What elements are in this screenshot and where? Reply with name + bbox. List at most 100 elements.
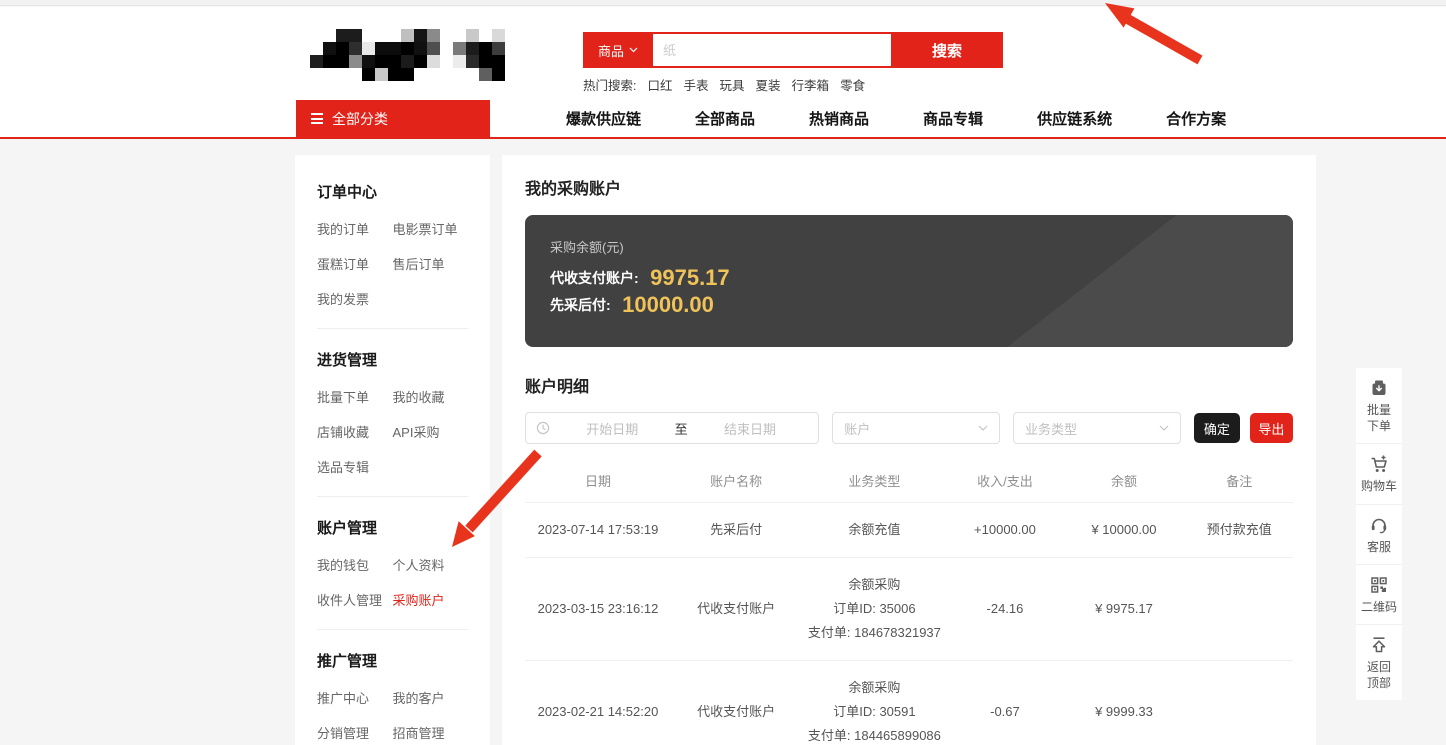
search-button[interactable]: 搜索 (891, 32, 1003, 68)
sidebar-item[interactable]: 店铺收藏 (317, 422, 393, 441)
cart-label: 购物车 (1361, 478, 1397, 494)
account-select-placeholder: 账户 (844, 419, 870, 438)
nav-item[interactable]: 爆款供应链 (566, 108, 641, 129)
business-type-select[interactable]: 业务类型 (1013, 412, 1181, 444)
clock-icon (536, 421, 550, 435)
sidebar-item[interactable]: 选品专辑 (317, 457, 393, 476)
detail-title: 账户明细 (525, 373, 1293, 397)
sidebar-item[interactable]: 收件人管理 (317, 590, 393, 609)
balance-card: 采购余额(元) 代收支付账户: 9975.17 先采后付: 10000.00 (525, 215, 1293, 347)
logo-pixelated[interactable] (310, 29, 520, 81)
divider (317, 328, 468, 329)
divider (317, 496, 468, 497)
cell-date: 2023-07-14 17:53:19 (525, 502, 671, 557)
hot-search-item[interactable]: 零食 (840, 79, 865, 93)
qr-code-label: 二维码 (1361, 599, 1397, 615)
export-button[interactable]: 导出 (1250, 413, 1293, 443)
sidebar-section-title: 推广管理 (317, 650, 468, 671)
sidebar-item[interactable]: 分销管理 (317, 723, 393, 742)
search-input[interactable] (653, 34, 891, 66)
column-header: 余额 (1063, 460, 1186, 502)
sidebar-section-title: 进货管理 (317, 349, 468, 370)
page-title: 我的采购账户 (525, 175, 1293, 199)
sidebar-item[interactable]: 批量下单 (317, 387, 393, 406)
confirm-button[interactable]: 确定 (1194, 413, 1240, 443)
cell-account-name: 代收支付账户 (671, 557, 802, 660)
sidebar-item[interactable]: 推广中心 (317, 688, 393, 707)
sidebar-item[interactable]: 我的发票 (317, 289, 393, 308)
batch-order-shortcut[interactable]: 批量 下单 (1356, 368, 1402, 444)
sidebar-links: 我的钱包个人资料收件人管理采购账户 (317, 555, 468, 609)
back-to-top-label: 返回 顶部 (1367, 659, 1391, 691)
account-detail-table: 日期账户名称业务类型收入/支出余额备注 2023-07-14 17:53:19先… (525, 460, 1293, 745)
sidebar-item[interactable]: 我的订单 (317, 219, 393, 238)
cart-icon (1369, 454, 1389, 474)
nav-item[interactable]: 全部商品 (695, 108, 755, 129)
chevron-down-icon (978, 425, 988, 431)
hot-search-item[interactable]: 行李箱 (792, 79, 830, 93)
sidebar-section-title: 账户管理 (317, 517, 468, 538)
hot-search-item[interactable]: 夏装 (756, 79, 781, 93)
business-type-placeholder: 业务类型 (1025, 419, 1077, 438)
page: 商品 搜索 热门搜索: 口红手表玩具夏装行李箱零食 全部分类 爆款供应链 全部商品 热… (0, 0, 1446, 745)
date-range-input[interactable]: 开始日期 至 结束日期 (525, 412, 819, 444)
hot-search-item[interactable]: 口红 (647, 79, 672, 93)
sidebar-links: 我的订单电影票订单蛋糕订单售后订单我的发票 (317, 219, 468, 308)
cell-amount: -0.67 (947, 660, 1062, 745)
search-category-label: 商品 (598, 41, 624, 60)
nav-item[interactable]: 热销商品 (809, 108, 869, 129)
all-categories-label: 全部分类 (332, 109, 388, 129)
balance-row: 先采后付: 10000.00 (550, 292, 1293, 318)
cell-balance: ¥ 9999.33 (1063, 660, 1186, 745)
cell-amount: +10000.00 (947, 502, 1062, 557)
cell-account-name: 先采后付 (671, 502, 802, 557)
search-bar: 商品 搜索 (583, 32, 1003, 68)
cell-date: 2023-02-21 14:52:20 (525, 660, 671, 745)
sidebar-section: 推广管理推广中心我的客户分销管理招商管理区域代理 (317, 650, 468, 745)
table-row: 2023-07-14 17:53:19先采后付余额充值+10000.00¥ 10… (525, 502, 1293, 557)
nav-menu: 爆款供应链 全部商品 热销商品 商品专辑 供应链系统 合作方案 (566, 100, 1226, 137)
sidebar-item[interactable]: 电影票订单 (393, 219, 469, 238)
sidebar-item[interactable]: 个人资料 (393, 555, 469, 574)
hot-search-item[interactable]: 玩具 (720, 79, 745, 93)
nav-item[interactable]: 合作方案 (1166, 108, 1226, 129)
sidebar-links: 推广中心我的客户分销管理招商管理区域代理 (317, 688, 468, 745)
sidebar-item[interactable]: 我的收藏 (393, 387, 469, 406)
back-to-top-shortcut[interactable]: 返回 顶部 (1356, 625, 1402, 700)
cell-amount: -24.16 (947, 557, 1062, 660)
balance-account-name: 代收支付账户: (550, 270, 639, 286)
all-categories-button[interactable]: 全部分类 (296, 100, 490, 137)
sidebar-item[interactable]: 售后订单 (393, 254, 469, 273)
chevron-down-icon (1159, 425, 1169, 431)
search-category-dropdown[interactable]: 商品 (583, 32, 653, 68)
sidebar-section: 账户管理我的钱包个人资料收件人管理采购账户 (317, 517, 468, 609)
main-nav: 全部分类 爆款供应链 全部商品 热销商品 商品专辑 供应链系统 合作方案 (0, 100, 1446, 139)
sidebar-section: 订单中心我的订单电影票订单蛋糕订单售后订单我的发票 (317, 181, 468, 308)
batch-order-icon (1369, 378, 1389, 398)
sidebar-section-title: 订单中心 (317, 181, 468, 202)
customer-service-shortcut[interactable]: 客服 (1356, 505, 1402, 565)
sidebar-item[interactable]: 我的钱包 (317, 555, 393, 574)
sidebar-item[interactable]: API采购 (393, 422, 469, 441)
sidebar-item[interactable]: 招商管理 (393, 723, 469, 742)
quick-action-bar: 批量 下单 购物车 客服 (1356, 368, 1402, 700)
customer-service-icon (1369, 515, 1389, 535)
cell-balance: ¥ 10000.00 (1063, 502, 1186, 557)
sidebar-item[interactable]: 我的客户 (393, 688, 469, 707)
sidebar-item[interactable]: 蛋糕订单 (317, 254, 393, 273)
nav-item[interactable]: 商品专辑 (923, 108, 983, 129)
date-separator: 至 (675, 419, 688, 438)
column-header: 账户名称 (671, 460, 802, 502)
cell-balance: ¥ 9975.17 (1063, 557, 1186, 660)
nav-item[interactable]: 供应链系统 (1037, 108, 1112, 129)
account-select[interactable]: 账户 (832, 412, 1000, 444)
hot-search-label: 热门搜索: (583, 79, 636, 93)
balance-card-label: 采购余额(元) (550, 237, 1293, 256)
table-row: 2023-02-21 14:52:20代收支付账户余额采购 订单ID: 3059… (525, 660, 1293, 745)
sidebar-item-procurement-account-active[interactable]: 采购账户 (393, 590, 469, 609)
hot-search-item[interactable]: 手表 (684, 79, 709, 93)
balance-account-value: 9975.17 (650, 265, 730, 290)
sidebar: 订单中心我的订单电影票订单蛋糕订单售后订单我的发票进货管理批量下单我的收藏店铺收… (295, 155, 490, 745)
qr-code-shortcut[interactable]: 二维码 (1356, 565, 1402, 625)
cart-shortcut[interactable]: 购物车 (1356, 444, 1402, 504)
